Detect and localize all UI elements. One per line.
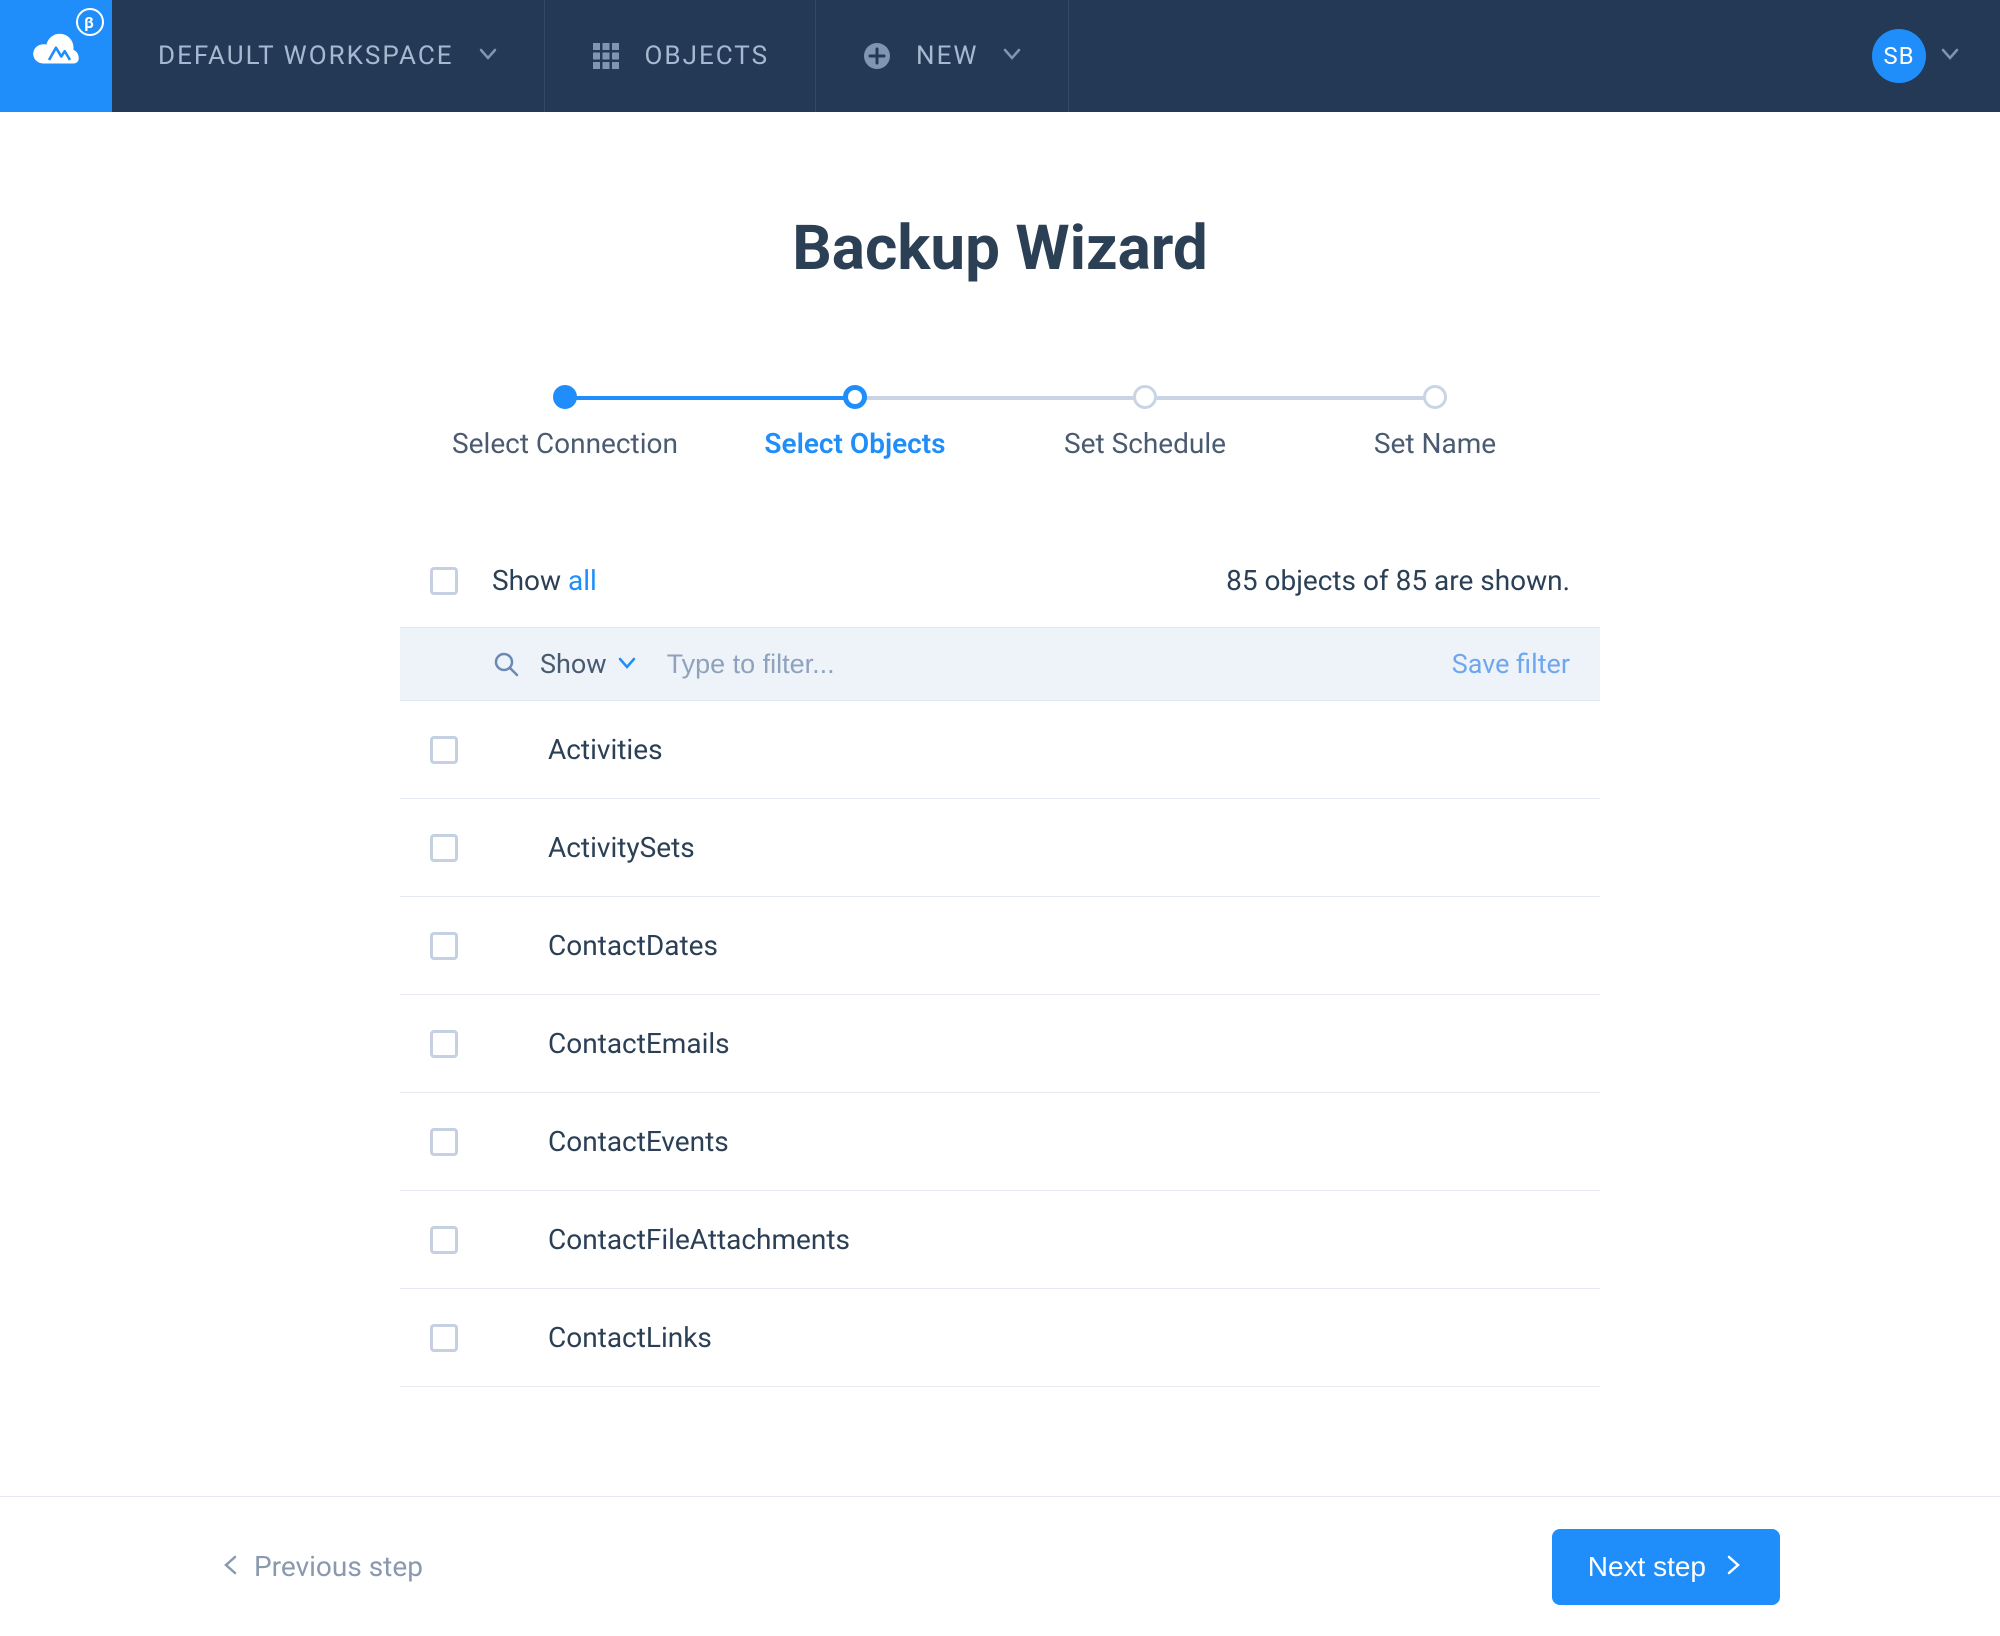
- step-label: Set Schedule: [1000, 427, 1290, 460]
- plus-circle-icon: [862, 41, 892, 71]
- show-scope: all: [568, 564, 597, 597]
- wizard-stepper: Select Connection Select Objects Set Sch…: [420, 385, 1580, 460]
- next-step-button[interactable]: Next step: [1552, 1529, 1780, 1605]
- previous-step-label: Previous step: [254, 1550, 423, 1583]
- step-label: Set Name: [1290, 427, 1580, 460]
- object-checkbox[interactable]: [430, 932, 458, 960]
- workspace-label: DEFAULT WORKSPACE: [158, 41, 454, 71]
- object-row[interactable]: ActivitySets: [400, 799, 1600, 897]
- step-dot: [553, 385, 577, 409]
- step-dot: [1133, 385, 1157, 409]
- chevron-down-icon: [1940, 41, 1960, 71]
- beta-badge: β: [76, 8, 104, 36]
- next-step-label: Next step: [1588, 1551, 1706, 1583]
- step-select-objects[interactable]: Select Objects: [710, 385, 1000, 460]
- objects-count: 85 objects of 85 are shown.: [1226, 564, 1570, 597]
- page-title: Backup Wizard: [400, 212, 1600, 285]
- object-name: ContactEmails: [548, 1027, 730, 1060]
- nav-objects[interactable]: OBJECTS: [545, 0, 817, 112]
- object-checkbox[interactable]: [430, 1030, 458, 1058]
- object-row[interactable]: ContactEvents: [400, 1093, 1600, 1191]
- object-name: ContactFileAttachments: [548, 1223, 850, 1256]
- nav-objects-label: OBJECTS: [645, 41, 770, 71]
- step-label: Select Objects: [710, 427, 1000, 460]
- nav-new[interactable]: NEW: [816, 0, 1069, 112]
- show-word: Show: [492, 564, 568, 597]
- workspace-switcher[interactable]: DEFAULT WORKSPACE: [112, 0, 545, 112]
- previous-step-button[interactable]: Previous step: [220, 1550, 423, 1583]
- object-row[interactable]: ContactEmails: [400, 995, 1600, 1093]
- step-set-schedule[interactable]: Set Schedule: [1000, 385, 1290, 460]
- object-name: ContactEvents: [548, 1125, 729, 1158]
- step-select-connection[interactable]: Select Connection: [420, 385, 710, 460]
- cloud-icon: [28, 25, 84, 88]
- object-row[interactable]: ContactLinks: [400, 1289, 1600, 1387]
- filter-input[interactable]: [667, 649, 1452, 680]
- chevron-down-icon: [478, 41, 498, 71]
- step-dot: [843, 385, 867, 409]
- select-all-checkbox[interactable]: [430, 567, 458, 595]
- show-all-toggle[interactable]: Show all: [492, 564, 597, 597]
- filter-show-label: Show: [540, 648, 607, 680]
- object-checkbox[interactable]: [430, 1226, 458, 1254]
- step-dot: [1423, 385, 1447, 409]
- step-label: Select Connection: [420, 427, 710, 460]
- object-row[interactable]: ContactDates: [400, 897, 1600, 995]
- step-set-name[interactable]: Set Name: [1290, 385, 1580, 460]
- chevron-down-icon: [617, 648, 637, 680]
- object-checkbox[interactable]: [430, 1324, 458, 1352]
- object-name: ContactDates: [548, 929, 718, 962]
- chevron-down-icon: [1002, 41, 1022, 71]
- object-row[interactable]: Activities: [400, 701, 1600, 799]
- object-row[interactable]: ContactFileAttachments: [400, 1191, 1600, 1289]
- object-name: ActivitySets: [548, 831, 695, 864]
- user-menu[interactable]: SB: [1832, 0, 2000, 112]
- object-list: Show all 85 objects of 85 are shown. Sho…: [400, 550, 1600, 1391]
- filter-show-dropdown[interactable]: Show: [540, 648, 637, 680]
- avatar: SB: [1872, 29, 1926, 83]
- chevron-left-icon: [220, 1550, 242, 1583]
- object-name: Activities: [548, 733, 663, 766]
- object-rows[interactable]: Activities ActivitySets ContactDates Contac…: [400, 701, 1600, 1391]
- object-checkbox[interactable]: [430, 736, 458, 764]
- object-name: ContactLinks: [548, 1321, 712, 1354]
- top-nav: β DEFAULT WORKSPACE OBJECTS NEW: [0, 0, 2000, 112]
- grid-icon: [591, 41, 621, 71]
- search-icon: [492, 650, 520, 678]
- wizard-footer: Previous step Next step: [0, 1496, 2000, 1636]
- brand-logo[interactable]: β: [0, 0, 112, 112]
- nav-new-label: NEW: [916, 41, 978, 71]
- object-checkbox[interactable]: [430, 834, 458, 862]
- object-checkbox[interactable]: [430, 1128, 458, 1156]
- chevron-right-icon: [1722, 1551, 1744, 1583]
- filter-bar: Show Save filter: [400, 627, 1600, 701]
- save-filter-link[interactable]: Save filter: [1452, 648, 1570, 680]
